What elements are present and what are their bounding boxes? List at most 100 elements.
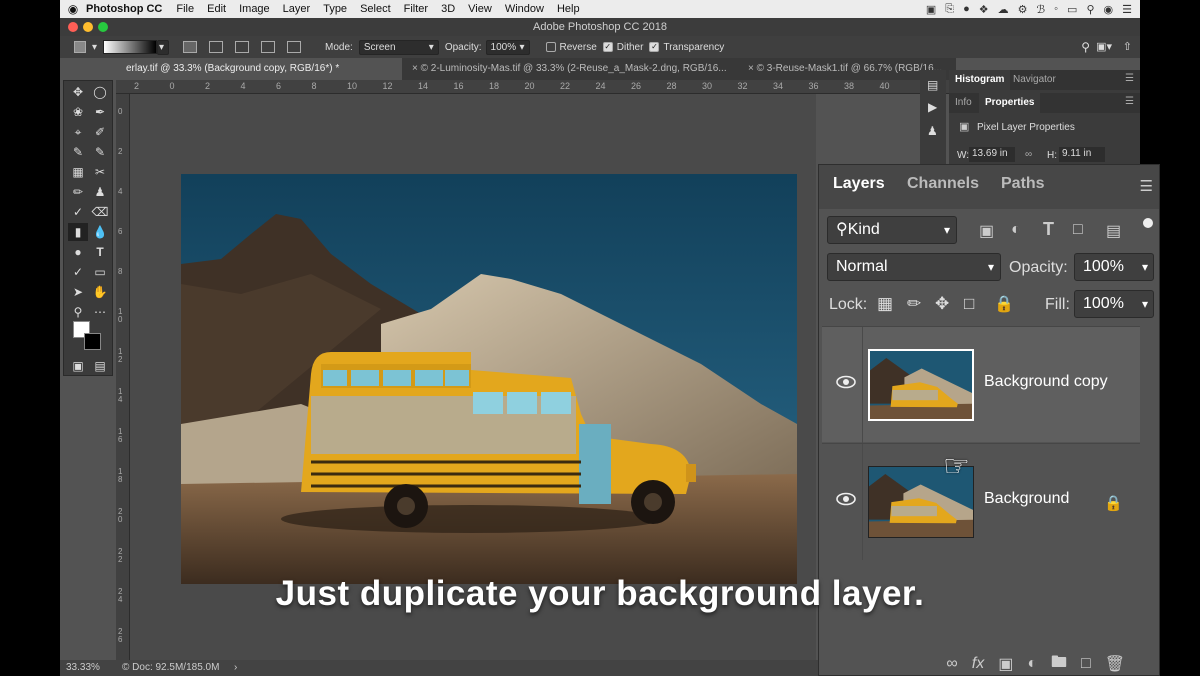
wifi-icon[interactable]: ◦ — [1054, 3, 1058, 15]
filter-toggle[interactable] — [1143, 218, 1153, 228]
link-layers-icon[interactable]: ∞ — [946, 655, 957, 673]
eye-icon[interactable] — [836, 375, 856, 389]
bluetooth-icon[interactable]: ℬ — [1036, 3, 1045, 16]
apple-icon[interactable]: ◉ — [60, 2, 86, 16]
panel-menu-icon[interactable]: ☰ — [1140, 177, 1153, 195]
marquee-tool-icon[interactable]: ◯ — [90, 83, 110, 101]
panel-menu-icon[interactable]: ☰ — [1125, 96, 1134, 107]
quick-select-tool-icon[interactable]: ✒ — [90, 103, 110, 121]
scissors-icon[interactable]: ✂ — [90, 163, 110, 181]
screen-mode-icon[interactable]: ▤ — [90, 357, 110, 375]
gradient-picker[interactable]: ▾ — [103, 36, 170, 58]
lock-transparent-icon[interactable]: ▦ — [877, 294, 893, 314]
move-tool-icon[interactable]: ✥ — [68, 83, 88, 101]
layer-row-background-copy[interactable]: Background copy — [822, 326, 1140, 443]
opacity-field[interactable]: 100% ▾ — [485, 36, 530, 58]
menu-window[interactable]: Window — [505, 3, 544, 15]
adjustment-layer-icon[interactable]: ◐ — [1027, 655, 1037, 673]
search-icon[interactable]: ⚲ — [1081, 40, 1090, 54]
dither-checkbox[interactable]: ✓ Dither — [602, 36, 643, 58]
reverse-checkbox[interactable]: Reverse — [545, 36, 597, 58]
quick-mask-icon[interactable]: ▣ — [68, 357, 88, 375]
smart-object-filter-icon[interactable]: ▤ — [1106, 221, 1121, 241]
doc-size[interactable]: © Doc: 92.5M/185.0M — [122, 660, 219, 676]
lock-artboard-icon[interactable]: □ — [964, 294, 974, 314]
document-image[interactable] — [181, 174, 797, 584]
angle-gradient-icon[interactable] — [235, 36, 255, 58]
battery-icon[interactable]: ▭ — [1067, 3, 1077, 16]
menu-select[interactable]: Select — [360, 3, 391, 15]
layer-name[interactable]: Background — [984, 490, 1069, 508]
hand-tool-icon[interactable]: ✋ — [90, 283, 110, 301]
dropbox-icon[interactable]: ❖ — [979, 3, 989, 16]
width-field[interactable]: 13.69 in — [969, 147, 1015, 162]
close-window-button[interactable] — [68, 22, 78, 32]
zoom-window-button[interactable] — [98, 22, 108, 32]
save-icon[interactable]: ⎘ — [945, 3, 954, 16]
reflected-gradient-icon[interactable] — [261, 36, 281, 58]
link-icon[interactable]: ∞ — [1025, 149, 1032, 160]
histogram-panel-icon[interactable]: ▤ — [927, 78, 938, 92]
layer-row-background[interactable]: Background 🔒 — [822, 443, 1140, 560]
search-icon[interactable]: ⚲ — [1086, 3, 1094, 16]
healing-brush-icon[interactable]: ✎ — [68, 143, 88, 161]
menu-help[interactable]: Help — [557, 3, 580, 15]
clone-stamp-icon[interactable]: ♟ — [90, 183, 110, 201]
tab-document-2[interactable]: × © 2-Luminosity-Mas.tif @ 33.3% (2-Reus… — [402, 58, 738, 80]
eye-icon[interactable] — [836, 492, 856, 506]
menu-image[interactable]: Image — [239, 3, 270, 15]
cloud-icon[interactable]: ☁ — [998, 3, 1009, 16]
layer-name[interactable]: Background copy — [984, 373, 1108, 391]
path-select-icon[interactable]: ➤ — [68, 283, 88, 301]
tool-preset-picker[interactable]: ▾ — [74, 36, 97, 58]
adjustment-filter-icon[interactable]: ◐ — [1011, 221, 1021, 239]
shape-filter-icon[interactable]: □ — [1073, 221, 1083, 239]
diamond-gradient-icon[interactable] — [287, 36, 307, 58]
content-aware-icon[interactable]: ▦ — [68, 163, 88, 181]
gear-icon[interactable]: ⚙ — [1018, 3, 1028, 16]
radial-gradient-icon[interactable] — [209, 36, 229, 58]
tab-paths[interactable]: Paths — [1001, 175, 1045, 193]
tab-navigator[interactable]: Navigator — [1007, 70, 1062, 90]
workspace-icon[interactable]: ▣▾ — [1096, 40, 1112, 53]
fill-field[interactable]: 100% ▾ — [1074, 290, 1154, 318]
trash-icon[interactable]: 🗑 — [1105, 654, 1125, 674]
shape-tool-icon[interactable]: ▭ — [90, 263, 110, 281]
brush-tool-icon[interactable]: ✏ — [68, 183, 88, 201]
zoom-level[interactable]: 33.33% — [66, 660, 100, 676]
tab-channels[interactable]: Channels — [907, 175, 979, 193]
eraser-tool-icon[interactable]: ⌫ — [90, 203, 110, 221]
tab-layers[interactable]: Layers — [833, 175, 885, 193]
share-icon[interactable]: ⇧ — [1123, 40, 1132, 53]
zoom-tool-icon[interactable]: ⚲ — [68, 303, 88, 321]
screen-icon[interactable]: ▣ — [926, 3, 936, 16]
transparency-checkbox[interactable]: ✓ Transparency — [649, 36, 724, 58]
more-tools-icon[interactable]: ⋯ — [90, 303, 110, 321]
creative-cloud-icon[interactable]: ● — [963, 3, 970, 15]
type-filter-icon[interactable]: T — [1043, 219, 1054, 240]
pen-tool-icon[interactable]: ✓ — [68, 263, 88, 281]
play-icon[interactable]: ▶ — [928, 100, 937, 114]
history-brush-icon[interactable]: ✓ — [68, 203, 88, 221]
minimize-window-button[interactable] — [83, 22, 93, 32]
add-mask-icon[interactable]: ▣ — [998, 654, 1013, 674]
close-icon[interactable]: × — [748, 63, 754, 74]
list-icon[interactable]: ☰ — [1122, 3, 1132, 16]
new-layer-icon[interactable]: □ — [1081, 655, 1091, 673]
patch-tool-icon[interactable]: ✎ — [90, 143, 110, 161]
lock-image-icon[interactable]: ✏ — [907, 294, 921, 314]
eyedropper-tool-icon[interactable]: ✐ — [90, 123, 110, 141]
menu-3d[interactable]: 3D — [441, 3, 455, 15]
new-group-icon[interactable]: 🖿 — [1051, 651, 1067, 676]
menu-layer[interactable]: Layer — [283, 3, 311, 15]
tab-histogram[interactable]: Histogram — [949, 70, 1011, 90]
linear-gradient-icon[interactable] — [183, 36, 203, 58]
panel-menu-icon[interactable]: ☰ — [1125, 73, 1134, 84]
tab-properties[interactable]: Properties — [979, 93, 1041, 113]
lock-all-icon[interactable]: 🔒 — [994, 294, 1014, 314]
menu-edit[interactable]: Edit — [207, 3, 226, 15]
dodge-tool-icon[interactable]: ● — [68, 243, 88, 261]
blend-mode-select[interactable]: Normal ▾ — [827, 253, 1001, 281]
menu-view[interactable]: View — [468, 3, 492, 15]
blur-tool-icon[interactable]: 💧 — [90, 223, 110, 241]
